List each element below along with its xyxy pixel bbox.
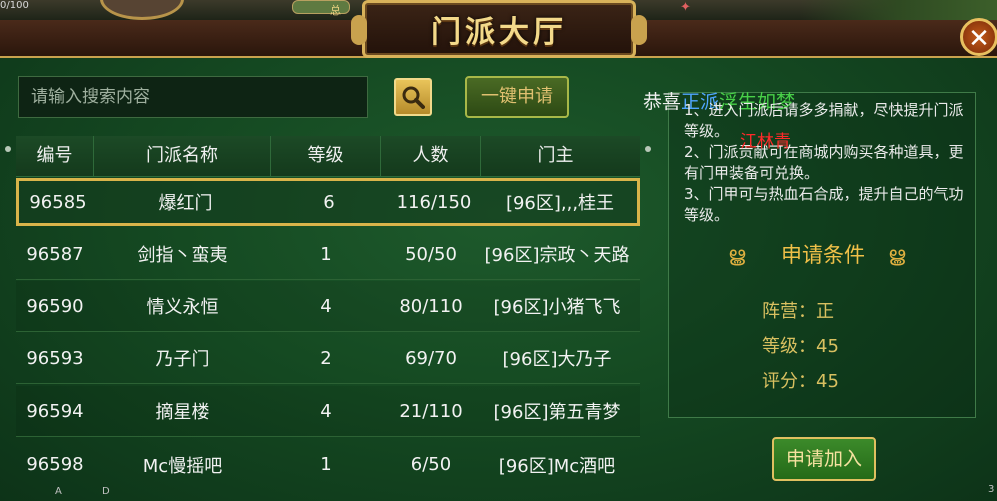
apply-all-button[interactable]: 一键申请 (465, 76, 569, 118)
cell-name: 乃子门 (155, 349, 210, 370)
congrats-prefix: 恭喜 (643, 91, 682, 113)
scroll-ornament-right (631, 15, 647, 45)
header-members: 人数 (381, 136, 481, 176)
sect-table: 编号 门派名称 等级 人数 门主 96585 爆红门 6 116/150 [96… (16, 136, 640, 499)
cell-level: 6 (323, 191, 335, 213)
header-level: 等级 (271, 136, 381, 176)
table-left-dot (5, 146, 11, 152)
info-line-1: 1、进入门派后请多多捐献，尽快提升门派等级。 (684, 101, 964, 140)
cell-id: 96587 (26, 243, 84, 265)
cell-members: 116/150 (396, 191, 472, 213)
search-button[interactable] (394, 78, 432, 116)
table-row[interactable]: 96593 乃子门 2 69/70 [96区]大乃子 (16, 333, 640, 384)
condition-faction: 阵营：正 (762, 301, 834, 322)
red-player-name: 江林青 (740, 132, 791, 152)
cell-name: 摘星楼 (155, 402, 210, 423)
cell-leader: [96区]大乃子 (502, 349, 612, 370)
hud-counter: 0/100 (0, 0, 29, 11)
info-line-2: 2、门派贡献可在商城内购买各种道具，更有门甲装备可兑换。 (684, 143, 964, 182)
cell-members: 69/70 (405, 347, 457, 369)
info-text: 1、进入门派后请多多捐献，尽快提升门派等级。 2、门派贡献可在商城内购买各种道具… (684, 100, 968, 226)
cell-leader: [96区],,,桂王 (505, 193, 615, 214)
swirl-right-icon: ൠ (888, 242, 906, 266)
dialog-title: 门派大厅 (431, 15, 567, 50)
cell-members: 21/110 (399, 400, 463, 422)
cell-id: 96593 (26, 347, 84, 369)
cell-level: 4 (320, 295, 332, 317)
table-row[interactable]: 96598 Mc慢摇吧 1 6/50 [96区]Mc酒吧 (16, 439, 640, 490)
cell-members: 50/50 (405, 243, 457, 265)
hud-scenery (800, 0, 997, 20)
table-header: 编号 门派名称 等级 人数 门主 (16, 136, 640, 177)
close-button[interactable]: ✕ (960, 18, 997, 56)
condition-level: 等级：45 (762, 336, 839, 357)
cell-leader: [96区]小猪飞飞 (493, 297, 621, 318)
cell-id: 96585 (29, 191, 87, 213)
hud-star-icon: ✦ (680, 0, 691, 15)
cell-name: 情义永恒 (146, 297, 219, 318)
cell-id: 96594 (26, 400, 84, 422)
hud-status-bar (292, 0, 350, 14)
apply-join-button[interactable]: 申请加入 (772, 437, 876, 481)
table-right-dot (645, 146, 651, 152)
cell-members: 6/50 (410, 454, 452, 475)
cell-name: 剑指丶蛮夷 (137, 245, 228, 266)
table-row[interactable]: 96585 爆红门 6 116/150 [96区],,,桂王 (16, 178, 640, 226)
corner-label-3: 3 (988, 484, 995, 495)
cell-name: Mc慢摇吧 (142, 455, 223, 477)
condition-score: 评分：45 (762, 371, 839, 392)
cell-leader: [96区]宗政丶天路 (484, 245, 630, 266)
search-input[interactable] (18, 76, 368, 118)
cell-leader: [96区]第五青梦 (493, 402, 621, 423)
cell-id: 96590 (26, 295, 84, 317)
header-name: 门派名称 (94, 136, 271, 176)
cell-level: 4 (320, 400, 332, 422)
corner-label-a: A (55, 486, 62, 497)
info-line-3: 3、门甲可与热血石合成，提升自己的气功等级。 (684, 185, 964, 224)
search-icon (402, 86, 425, 109)
cell-level: 1 (320, 454, 332, 475)
hud-bell-icon: 总 (330, 4, 341, 17)
table-row[interactable]: 96594 摘星楼 4 21/110 [96区]第五青梦 (16, 386, 640, 437)
cell-name: 爆红门 (158, 193, 213, 214)
header-id: 编号 (16, 136, 94, 176)
cell-level: 2 (320, 347, 332, 369)
title-plaque: 门派大厅 (351, 0, 647, 58)
header-leader: 门主 (537, 145, 574, 166)
table-row[interactable]: 96587 剑指丶蛮夷 1 50/50 [96区]宗政丶天路 (16, 229, 640, 280)
cell-level: 1 (320, 243, 332, 265)
corner-label-d: D (102, 486, 110, 497)
cell-members: 80/110 (399, 295, 463, 317)
cell-leader: [96区]Mc酒吧 (498, 455, 616, 477)
cell-id: 96598 (26, 454, 84, 475)
table-row[interactable]: 96590 情义永恒 4 80/110 [96区]小猪飞飞 (16, 281, 640, 332)
